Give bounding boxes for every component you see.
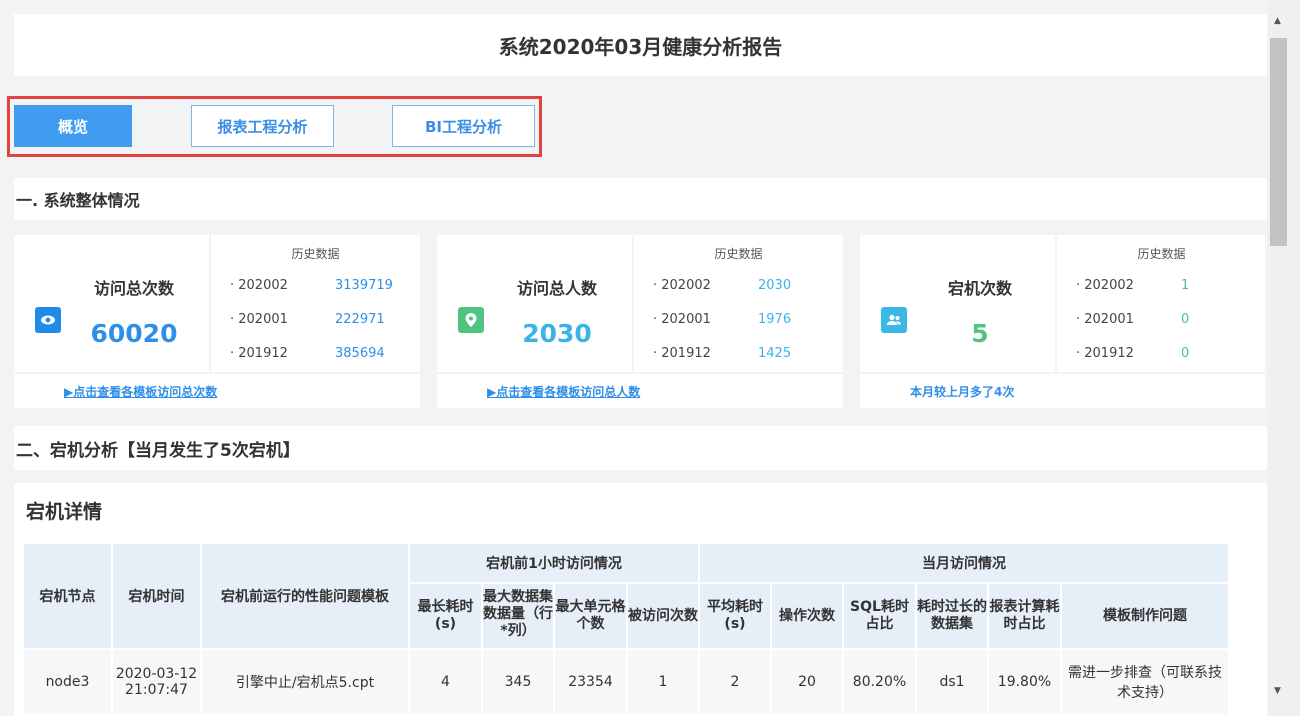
report-title: 系统2020年03月健康分析报告 <box>14 14 1267 76</box>
header-time: 宕机时间 <box>111 542 202 650</box>
card-value: 2030 <box>522 319 592 348</box>
history-value: 2030 <box>758 278 792 293</box>
header-max-dataset-text: 最大数据集数据量（行*列） <box>483 589 553 639</box>
card-label: 访问总人数 <box>516 279 597 298</box>
crash-compare-note: 本月较上月多了4次 <box>910 385 1015 399</box>
crash-detail-table: 宕机节点 宕机时间 宕机前运行的性能问题模板 宕机前1小时访问情况 当月访问情况… <box>22 542 1230 716</box>
history-period: · 202001 <box>1076 312 1134 327</box>
cell-sql-ratio: 80.20% <box>842 648 917 716</box>
cell-template: 引擎中止/宕机点5.cpt <box>200 648 410 716</box>
history-value: 385694 <box>335 346 385 361</box>
cell-calc-ratio: 19.80% <box>987 648 1062 716</box>
view-visits-link[interactable]: ▶点击查看各模板访问总次数 <box>64 383 217 400</box>
header-node: 宕机节点 <box>22 542 113 650</box>
history-period: · 202001 <box>230 312 288 327</box>
history-period: · 201912 <box>653 346 711 361</box>
history-value: 3139719 <box>335 278 393 293</box>
header-group-before-crash: 宕机前1小时访问情况 <box>408 542 700 584</box>
report-page: 系统2020年03月健康分析报告 概览 报表工程分析 BI工程分析 一. 系统整… <box>0 0 1268 716</box>
cell-issue: 需进一步排查（可联系技术支持） <box>1060 648 1230 716</box>
header-calc-ratio: 报表计算耗时占比 <box>987 582 1062 650</box>
header-avg-time: 平均耗时(s) <box>698 582 772 650</box>
history-value: 0 <box>1181 346 1190 361</box>
tab-bi-analysis[interactable]: BI工程分析 <box>392 105 535 147</box>
history-period: · 202002 <box>653 278 711 293</box>
cell-max-cells: 23354 <box>553 648 628 716</box>
scrollbar-thumb[interactable] <box>1270 38 1287 246</box>
cell-slow-dataset: ds1 <box>915 648 989 716</box>
header-max-time: 最长耗时(s) <box>408 582 483 650</box>
history-period: · 202002 <box>1076 278 1134 293</box>
card-value: 5 <box>971 319 989 348</box>
history-row: · 202001 1976 <box>653 312 833 327</box>
header-visits: 被访问次数 <box>626 582 700 650</box>
location-pin-icon <box>458 307 484 333</box>
history-period: · 201912 <box>230 346 288 361</box>
cell-node: node3 <box>22 648 113 716</box>
header-sql-ratio: SQL耗时占比 <box>842 582 917 650</box>
history-value: 222971 <box>335 312 385 327</box>
history-row: · 202001 222971 <box>230 312 410 327</box>
history-value: 1976 <box>758 312 792 327</box>
cell-max-time: 4 <box>408 648 483 716</box>
card-divider <box>437 372 843 374</box>
card-crash-count: 宕机次数 5 历史数据 · 202002 1 · 202001 0 · 2019… <box>860 235 1265 408</box>
card-total-visitors: 访问总人数 2030 历史数据 · 202002 2030 · 202001 1… <box>437 235 843 408</box>
scroll-down-arrow-icon[interactable]: ▼ <box>1274 686 1281 696</box>
crash-detail-panel: 宕机详情 宕机节点 宕机时间 宕机前运行的性能问题模板 宕机前1小时访问情况 当… <box>14 483 1267 716</box>
card-label: 访问总次数 <box>93 279 174 298</box>
history-value: 0 <box>1181 312 1190 327</box>
header-group-month: 当月访问情况 <box>698 542 1230 584</box>
cell-visits: 1 <box>626 648 700 716</box>
history-period: · 201912 <box>1076 346 1134 361</box>
history-row: · 202002 2030 <box>653 278 833 293</box>
table-row: node3 2020-03-12 21:07:47 引擎中止/宕机点5.cpt … <box>22 648 1230 716</box>
header-issue: 模板制作问题 <box>1060 582 1230 650</box>
header-max-dataset: 最大数据集数据量（行*列） <box>481 582 555 650</box>
tab-report-analysis[interactable]: 报表工程分析 <box>191 105 334 147</box>
header-ops: 操作次数 <box>770 582 844 650</box>
section-title-crash: 二、宕机分析【当月发生了5次宕机】 <box>14 426 1267 470</box>
card-value: 60020 <box>90 319 178 348</box>
crash-detail-title: 宕机详情 <box>26 501 103 523</box>
cell-time: 2020-03-12 21:07:47 <box>111 648 202 716</box>
history-period: · 202001 <box>653 312 711 327</box>
eye-icon <box>35 307 61 333</box>
history-value: 1 <box>1181 278 1190 293</box>
history-title: 历史数据 <box>291 247 340 261</box>
cell-avg-time: 2 <box>698 648 772 716</box>
history-row: · 201912 1425 <box>653 346 833 361</box>
card-total-visits: 访问总次数 60020 历史数据 · 202002 3139719 · 2020… <box>14 235 420 408</box>
section-title-overall: 一. 系统整体情况 <box>14 178 1267 220</box>
cell-ops: 20 <box>770 648 844 716</box>
history-row: · 202002 3139719 <box>230 278 410 293</box>
history-row: · 202001 0 <box>1076 312 1256 327</box>
tab-overview[interactable]: 概览 <box>14 105 132 147</box>
history-title: 历史数据 <box>1137 247 1186 261</box>
history-value: 1425 <box>758 346 792 361</box>
scroll-up-arrow-icon[interactable]: ▲ <box>1274 16 1281 26</box>
history-row: · 202002 1 <box>1076 278 1256 293</box>
history-title: 历史数据 <box>714 247 763 261</box>
cell-max-dataset: 345 <box>481 648 555 716</box>
users-icon <box>881 307 907 333</box>
header-template: 宕机前运行的性能问题模板 <box>200 542 410 650</box>
view-visitors-link[interactable]: ▶点击查看各模板访问总人数 <box>487 383 640 400</box>
history-row: · 201912 385694 <box>230 346 410 361</box>
card-divider <box>14 372 420 374</box>
header-max-cells: 最大单元格个数 <box>553 582 628 650</box>
card-label: 宕机次数 <box>947 279 1012 298</box>
header-slow-dataset: 耗时过长的数据集 <box>915 582 989 650</box>
card-divider <box>860 372 1265 374</box>
history-period: · 202002 <box>230 278 288 293</box>
history-row: · 201912 0 <box>1076 346 1256 361</box>
